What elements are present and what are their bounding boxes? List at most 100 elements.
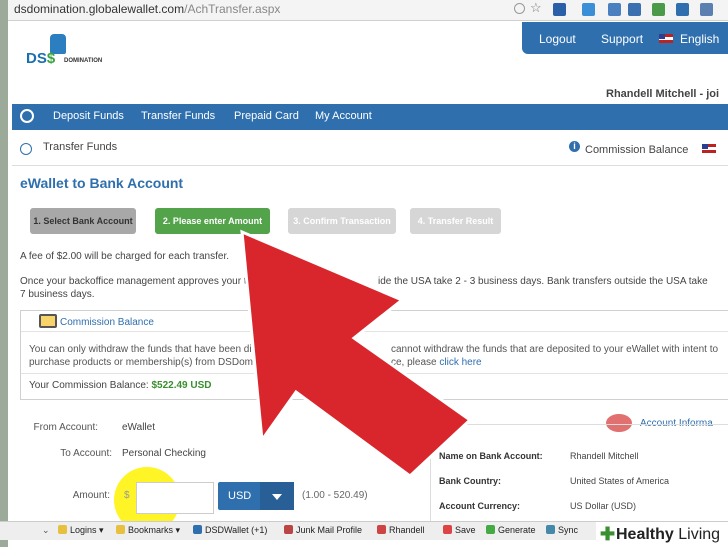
watermark-bold: Healthy	[616, 526, 674, 543]
page-title: eWallet to Bank Account	[20, 175, 184, 191]
site-icon	[284, 525, 293, 534]
commission-body-line2b: ce, please	[391, 357, 437, 368]
generate-icon	[486, 525, 495, 534]
bookmark-label: Rhandell	[389, 525, 425, 535]
commission-panel-title: Commission Balance	[60, 317, 154, 328]
support-link[interactable]: Support	[601, 32, 643, 46]
sync-icon	[546, 525, 555, 534]
bank-name-label: Name on Bank Account:	[439, 451, 543, 461]
bookmark-logins[interactable]: Logins ▾	[58, 525, 104, 536]
home-icon[interactable]	[20, 109, 34, 123]
bookmark-dsdwallet[interactable]: DSDWallet (+1)	[193, 525, 267, 535]
logo-subtitle: DOMINATION	[64, 58, 103, 64]
nav-transfer-funds[interactable]: Transfer Funds	[141, 110, 215, 122]
extension-icon[interactable]	[608, 3, 621, 16]
nav-prepaid-card[interactable]: Prepaid Card	[234, 110, 299, 122]
bookmark-label: Sync	[558, 525, 579, 535]
bookmark-label: Logins	[70, 525, 97, 535]
commission-balance-value: $522.49 USD	[151, 380, 212, 391]
logo-text: DS	[26, 50, 47, 67]
click-here-link[interactable]: click here	[439, 357, 481, 368]
bookmark-label: DSDWallet (+1)	[205, 525, 268, 535]
fee-notice: A fee of $2.00 will be charged for each …	[20, 251, 230, 262]
folder-icon	[58, 525, 67, 534]
us-flag-icon	[702, 144, 716, 153]
approval-notice-right: ide the USA take 2 - 3 business days. Ba…	[378, 276, 708, 287]
amount-prefix: $	[124, 490, 130, 501]
step-confirm-transaction: 3. Confirm Transaction	[288, 208, 396, 234]
site-icon	[193, 525, 202, 534]
url-text[interactable]: dsdomination.globalewallet.com/AchTransf…	[14, 2, 280, 16]
bookmark-bookmarks[interactable]: Bookmarks ▾	[116, 525, 180, 536]
extension-icon[interactable]	[582, 3, 595, 16]
language-link[interactable]: English	[680, 32, 719, 46]
commission-balance-label: Your Commission Balance:	[29, 380, 149, 391]
bank-country-label: Bank Country:	[439, 476, 502, 486]
nav-my-account[interactable]: My Account	[315, 110, 372, 122]
commission-panel-body: You can only withdraw the funds that hav…	[29, 343, 718, 369]
currency-select[interactable]: USD	[218, 482, 294, 510]
back-icon[interactable]	[20, 143, 32, 155]
amount-input[interactable]	[136, 482, 214, 514]
bookmark-rhandell[interactable]: Rhandell	[377, 525, 425, 535]
site-icon	[377, 525, 386, 534]
bank-country-value: United States of America	[570, 476, 670, 486]
account-info-panel: Name on Bank Account: Rhandell Mitchell …	[430, 424, 728, 525]
currency-value: USD	[228, 490, 252, 502]
step-transfer-result: 4. Transfer Result	[410, 208, 501, 234]
nav-deposit-funds[interactable]: Deposit Funds	[53, 110, 124, 122]
commission-balance-summary: Your Commission Balance: $522.49 USD	[29, 380, 212, 391]
to-account-value[interactable]: Personal Checking	[122, 448, 206, 459]
step-enter-amount[interactable]: 2. Please enter Amount	[155, 208, 270, 234]
us-flag-icon	[659, 34, 673, 43]
chevron-down-icon[interactable]	[260, 482, 294, 510]
commission-balance-link[interactable]: Commission Balance	[585, 144, 688, 156]
extension-icon[interactable]	[652, 3, 665, 16]
site-logo[interactable]: DS$ DOMINATION	[24, 34, 114, 74]
commission-balance-panel: Commission Balance You can only withdraw…	[20, 310, 728, 400]
from-account-label: From Account:	[33, 422, 98, 433]
approval-notice-line2: 7 business days.	[20, 289, 95, 300]
watermark: ✚ Healthy Living	[596, 522, 728, 547]
browser-page: dsdomination.globalewallet.com/AchTransf…	[8, 0, 728, 547]
logout-link[interactable]: Logout	[539, 32, 576, 46]
chevron-down-icon[interactable]: ⌄	[42, 525, 50, 536]
bookmark-save[interactable]: Save	[443, 525, 476, 535]
top-navigation: Logout Support English	[522, 22, 728, 54]
plus-icon: ✚	[600, 524, 616, 544]
info-icon[interactable]: i	[569, 141, 580, 152]
commission-body-line2a: purchase products or membership(s) from …	[29, 357, 294, 368]
account-currency-value: US Dollar (USD)	[570, 501, 637, 511]
divider	[21, 373, 728, 374]
logo-dollar: $	[46, 50, 56, 67]
username-label: Rhandell Mitchell - joi	[606, 88, 720, 100]
bookmark-sync[interactable]: Sync	[546, 525, 578, 535]
divider	[21, 331, 728, 332]
commission-body-line1b: cannot withdraw the funds that are depos…	[391, 344, 719, 355]
folder-icon	[116, 525, 125, 534]
to-account-label: To Account:	[60, 448, 112, 459]
extension-icon[interactable]	[628, 3, 641, 16]
section-title: Transfer Funds	[43, 141, 118, 153]
commission-body-line1a: You can only withdraw the funds that hav…	[29, 344, 296, 355]
step-select-bank-account[interactable]: 1. Select Bank Account	[30, 208, 136, 234]
amount-range: (1.00 - 520.49)	[302, 490, 368, 501]
watermark-text: Healthy Living	[616, 526, 720, 544]
save-icon	[443, 525, 452, 534]
account-currency-label: Account Currency:	[439, 501, 521, 511]
shield-icon[interactable]	[514, 3, 525, 14]
amount-label: Amount:	[72, 490, 110, 501]
bank-name-value: Rhandell Mitchell	[570, 451, 639, 461]
address-bar[interactable]: dsdomination.globalewallet.com/AchTransf…	[8, 0, 728, 21]
bookmark-label: Bookmarks	[128, 525, 174, 535]
bookmark-generate[interactable]: Generate	[486, 525, 536, 535]
extension-icon[interactable]	[553, 3, 566, 16]
bookmark-junk-mail[interactable]: Junk Mail Profile	[284, 525, 362, 535]
extension-icon[interactable]	[676, 3, 689, 16]
bookmark-label: Junk Mail Profile	[296, 525, 363, 535]
star-icon[interactable]: ☆	[530, 0, 543, 15]
extension-icon[interactable]	[700, 3, 713, 16]
sub-header: Transfer Funds i Commission Balance	[12, 131, 728, 166]
bookmark-label: Save	[455, 525, 476, 535]
main-navigation: Deposit Funds Transfer Funds Prepaid Car…	[12, 104, 728, 130]
